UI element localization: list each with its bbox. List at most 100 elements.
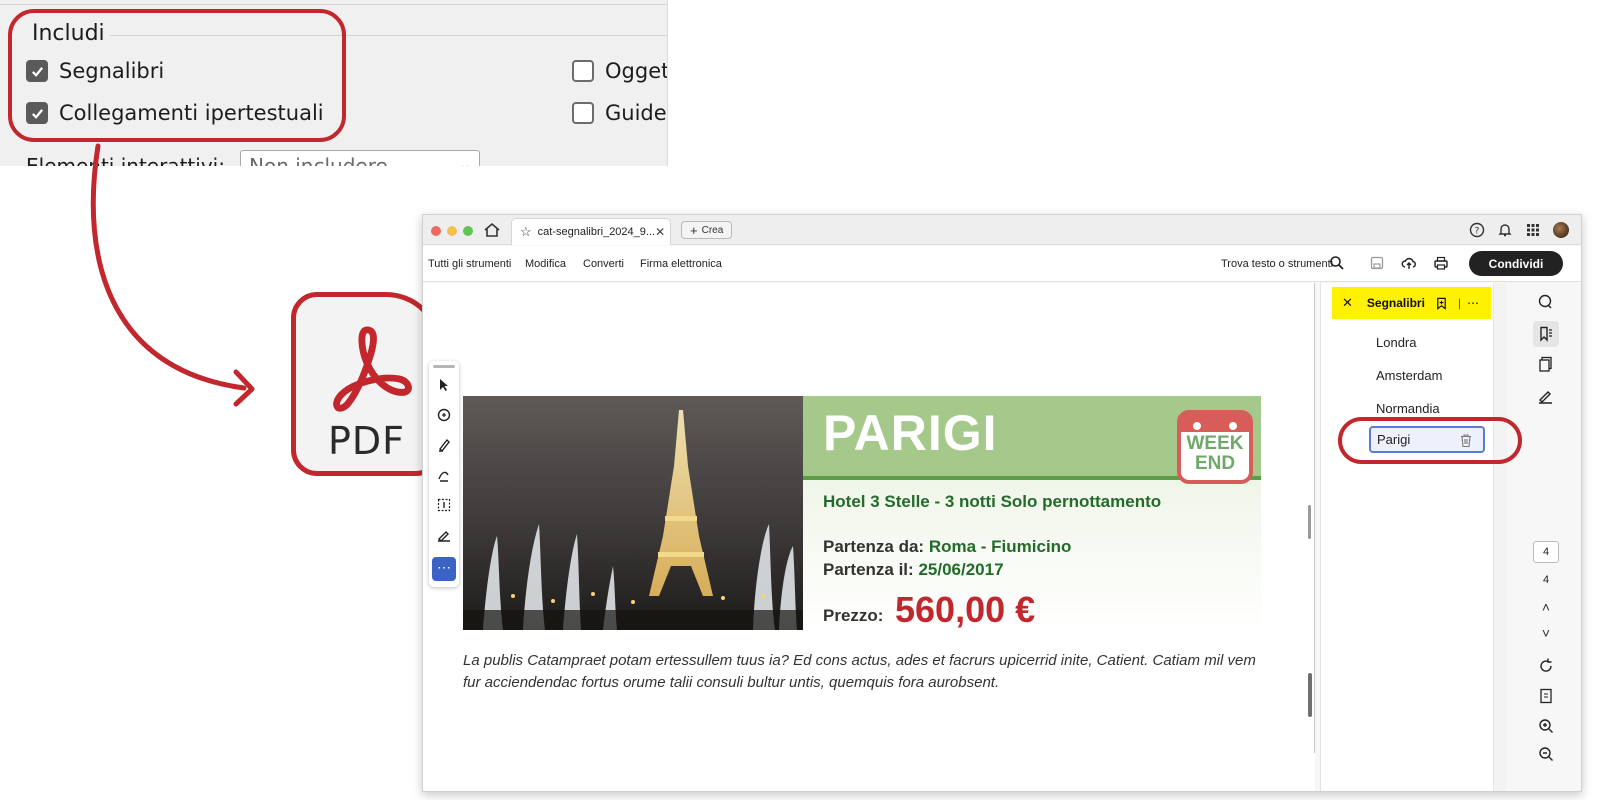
window-zoom-button[interactable] — [463, 226, 473, 236]
menu-all-tools[interactable]: Tutti gli strumenti — [428, 258, 511, 270]
bookmark-item[interactable]: Normandia — [1376, 401, 1440, 416]
guide-checkbox[interactable] — [572, 102, 594, 124]
zoom-in-icon[interactable] — [1537, 717, 1555, 735]
menu-convert[interactable]: Converti — [583, 258, 624, 270]
scroll-thumb[interactable] — [1308, 505, 1311, 539]
departure-from-label: Partenza da: — [823, 537, 925, 556]
hotel-description: Hotel 3 Stelle - 3 notti Solo pernottame… — [823, 492, 1162, 511]
weekend-calendar-badge: WEEK END — [1177, 410, 1253, 484]
departure-date-label: Partenza il: — [823, 560, 914, 579]
oggetti-label: Oggetti — [605, 59, 668, 83]
page-total: 4 — [1542, 574, 1550, 586]
bookmarks-panel-icon[interactable] — [1537, 325, 1555, 343]
close-panel-icon[interactable]: ✕ — [1342, 295, 1353, 311]
acrobat-logo-icon — [333, 326, 412, 412]
fill-sign-icon[interactable] — [1537, 387, 1555, 405]
sign-icon[interactable] — [436, 527, 452, 543]
menu-e-signature[interactable]: Firma elettronica — [640, 258, 722, 270]
comment-icon[interactable] — [436, 407, 452, 423]
city-title: PARIGI — [823, 405, 998, 461]
calendar-ring — [1193, 422, 1201, 430]
user-avatar[interactable] — [1553, 222, 1569, 238]
select-cursor-icon[interactable] — [436, 377, 452, 393]
upload-cloud-icon[interactable] — [1401, 255, 1417, 271]
window-close-button[interactable] — [431, 226, 441, 236]
more-options-icon[interactable]: ⋯ — [1467, 296, 1480, 310]
parigi-highlight-callout — [1338, 417, 1522, 464]
pdf-label: PDF — [327, 419, 406, 463]
rotate-icon[interactable] — [1537, 657, 1555, 675]
menu-bar: Tutti gli strumenti Modifica Converti Fi… — [423, 246, 1581, 282]
departure-date-value: 25/06/2017 — [918, 560, 1004, 579]
acrobat-window: ☆ cat-segnalibri_2024_9... ✕ + Crea ? Tut… — [422, 214, 1582, 792]
window-minimize-button[interactable] — [447, 226, 457, 236]
departure-from: Partenza da: Roma - Fiumicino — [823, 537, 1071, 557]
draw-icon[interactable] — [436, 467, 452, 483]
price-label: Prezzo: — [823, 606, 884, 625]
plus-icon: + — [690, 222, 698, 238]
options-highlight-callout — [8, 9, 346, 142]
document-scrollbar[interactable] — [1307, 283, 1315, 753]
eiffel-tower-photo — [463, 396, 803, 630]
document-tab[interactable]: ☆ cat-segnalibri_2024_9... ✕ — [511, 218, 671, 245]
home-icon[interactable] — [483, 221, 501, 239]
document-viewport[interactable]: ⋯ PARIGI WEEK END Hotel 3 Stelle - 3 not… — [423, 283, 1315, 791]
create-label: Crea — [701, 224, 724, 236]
badge-week: WEEK — [1186, 433, 1244, 454]
highlighter-icon[interactable] — [436, 437, 452, 453]
calendar-ring — [1229, 422, 1237, 430]
curved-arrow-line — [90, 143, 247, 391]
bookmarks-title: Segnalibri — [1366, 296, 1425, 310]
star-icon[interactable]: ☆ — [520, 224, 532, 240]
offer-banner: PARIGI WEEK END Hotel 3 Stelle - 3 notti… — [803, 396, 1261, 630]
badge-end: END — [1194, 453, 1236, 474]
calendar-top-bar — [1181, 414, 1249, 432]
document-tab-title: cat-segnalibri_2024_9... — [537, 226, 656, 238]
create-button[interactable]: + Crea — [681, 221, 733, 239]
find-text-tools-label[interactable]: Trova testo o strumenti — [1221, 258, 1333, 270]
title-tab-bar: ☆ cat-segnalibri_2024_9... ✕ + Crea ? — [423, 215, 1581, 245]
previous-page-icon[interactable]: ˄ — [1533, 599, 1559, 615]
add-bookmark-icon[interactable] — [1435, 297, 1448, 310]
help-icon[interactable]: ? — [1469, 222, 1485, 238]
right-tools-rail: 4 4 ˄ ˅ — [1513, 283, 1581, 791]
svg-text:?: ? — [1475, 227, 1480, 237]
bell-icon[interactable] — [1497, 222, 1513, 238]
panel-scrollbar[interactable] — [1493, 283, 1507, 791]
pdf-file-icon: PDF — [291, 292, 442, 476]
comments-panel-icon[interactable] — [1537, 293, 1555, 311]
pages-panel-icon[interactable] — [1537, 355, 1555, 373]
price-value: 560,00 € — [895, 589, 1036, 630]
bookmarks-panel-header: ✕ Segnalibri | ⋯ — [1332, 287, 1491, 319]
interactive-elements-label: Elementi interattivi: — [26, 154, 225, 166]
departure-date: Partenza il: 25/06/2017 — [823, 560, 1004, 580]
save-icon[interactable] — [1369, 255, 1385, 271]
guide-label: Guide — [605, 101, 667, 125]
body-paragraph: La publis Catampraet potam ertessullem t… — [463, 652, 1256, 691]
interactive-elements-select[interactable]: Non includere ⌄ — [240, 150, 480, 166]
scroll-thumb[interactable] — [1308, 673, 1312, 717]
bookmark-item[interactable]: Londra — [1376, 335, 1416, 350]
divider — [0, 4, 667, 5]
close-tab-icon[interactable]: ✕ — [655, 225, 665, 239]
next-page-icon[interactable]: ˅ — [1533, 625, 1559, 641]
oggetti-checkbox[interactable] — [572, 60, 594, 82]
bookmark-item[interactable]: Amsterdam — [1376, 368, 1442, 383]
page-fit-icon[interactable] — [1537, 687, 1555, 705]
menu-edit[interactable]: Modifica — [525, 258, 566, 270]
zoom-out-icon[interactable] — [1537, 745, 1555, 763]
current-page-input[interactable]: 4 — [1533, 541, 1559, 563]
quick-tools-rail: ⋯ — [429, 361, 459, 587]
rail-grip[interactable] — [433, 365, 455, 368]
more-tools-button[interactable]: ⋯ — [432, 557, 456, 581]
apps-grid-icon[interactable] — [1525, 222, 1541, 238]
guide-checkbox-row[interactable]: Guide — [572, 101, 667, 125]
search-icon[interactable] — [1329, 255, 1345, 271]
print-icon[interactable] — [1433, 255, 1449, 271]
header-separator: | — [1457, 296, 1462, 310]
curved-arrow-head — [233, 369, 255, 407]
text-select-icon[interactable] — [436, 497, 452, 513]
share-button[interactable]: Condividi — [1469, 251, 1563, 276]
bookmarks-panel: ✕ Segnalibri | ⋯ Londra Amsterdam Norman… — [1320, 283, 1507, 791]
oggetti-checkbox-row[interactable]: Oggetti — [572, 59, 668, 83]
